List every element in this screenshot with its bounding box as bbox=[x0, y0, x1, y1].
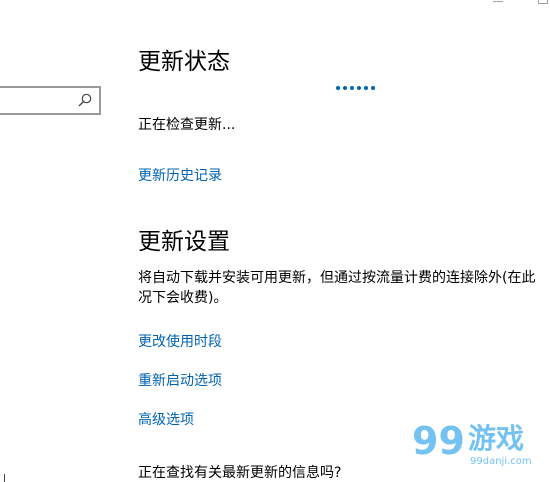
description-line: 将自动下载并安装可用更新，但通过按流量计费的连接除外(在此 bbox=[138, 270, 536, 286]
watermark-brand: 游戏 bbox=[468, 422, 524, 455]
update-settings-description: 将自动下载并安装可用更新，但通过按流量计费的连接除外(在此 况下会收费)。 bbox=[138, 268, 550, 310]
window-control[interactable] bbox=[538, 0, 548, 4]
description-line: 况下会收费)。 bbox=[138, 290, 228, 306]
watermark-logo: 99 游戏 99danji.com bbox=[412, 419, 532, 467]
restart-options-link[interactable]: 重新启动选项 bbox=[138, 370, 222, 390]
watermark-site: 99danji.com bbox=[470, 456, 532, 467]
update-status-title: 更新状态 bbox=[138, 49, 230, 75]
search-icon bbox=[78, 93, 92, 107]
advanced-options-link[interactable]: 高级选项 bbox=[138, 409, 194, 429]
latest-update-info-text: 正在查找有关最新更新的信息吗? bbox=[138, 465, 342, 481]
search-input[interactable] bbox=[0, 86, 101, 115]
watermark-number: 99 bbox=[412, 419, 465, 463]
minimize-button[interactable] bbox=[493, 1, 503, 2]
divider bbox=[4, 474, 5, 482]
update-settings-title: 更新设置 bbox=[138, 229, 230, 255]
checking-status-text: 正在检查更新... bbox=[138, 117, 236, 133]
change-active-hours-link[interactable]: 更改使用时段 bbox=[138, 331, 222, 351]
update-history-link[interactable]: 更新历史记录 bbox=[138, 165, 222, 185]
loading-indicator bbox=[336, 86, 375, 90]
